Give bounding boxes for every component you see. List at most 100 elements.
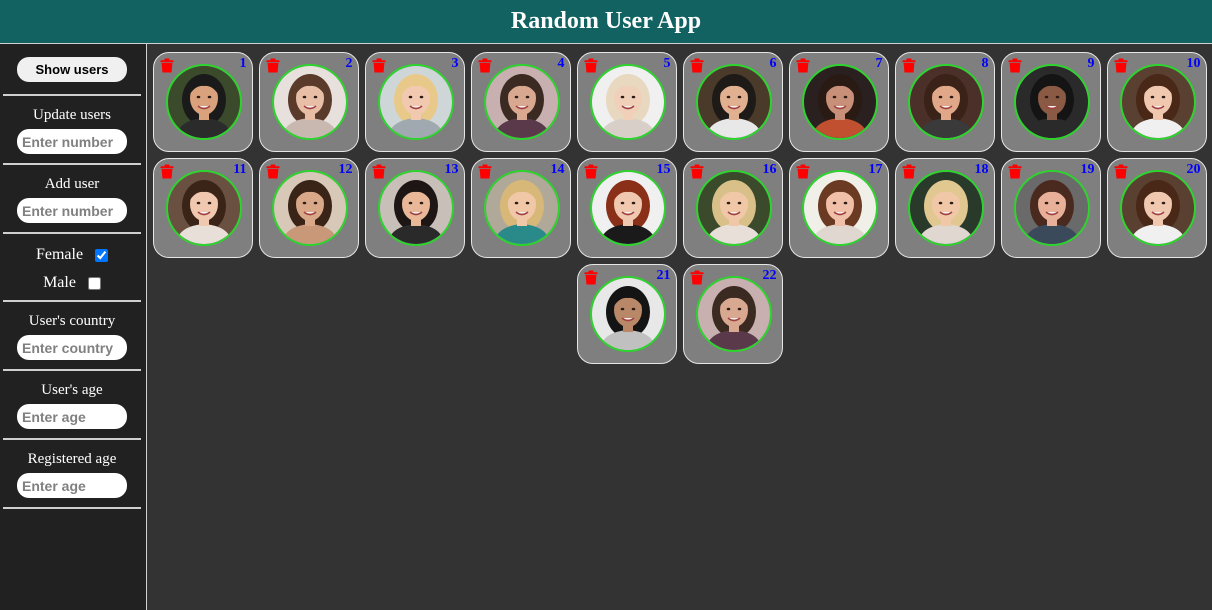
trash-icon[interactable]	[266, 164, 280, 179]
user-number: 5	[663, 56, 671, 71]
trash-icon[interactable]	[160, 164, 174, 179]
user-number: 8	[981, 56, 989, 71]
update-users-section: Update users	[3, 96, 141, 165]
registered-age-input[interactable]	[17, 473, 127, 498]
age-section: User's age	[3, 371, 141, 440]
age-label: User's age	[41, 382, 103, 398]
user-avatar	[1119, 170, 1196, 246]
trash-icon[interactable]	[690, 164, 704, 179]
trash-icon[interactable]	[266, 58, 280, 73]
user-card[interactable]: 8	[894, 52, 995, 152]
app-header: Random User App	[0, 0, 1212, 44]
trash-icon[interactable]	[584, 58, 598, 73]
trash-icon[interactable]	[690, 58, 704, 73]
user-card[interactable]: 19	[1000, 158, 1101, 258]
trash-icon[interactable]	[796, 164, 810, 179]
user-card[interactable]: 10	[1106, 52, 1207, 152]
country-input[interactable]	[17, 335, 127, 360]
trash-icon[interactable]	[1008, 58, 1022, 73]
user-number: 6	[769, 56, 777, 71]
user-number: 13	[444, 162, 459, 177]
trash-icon[interactable]	[372, 58, 386, 73]
age-input[interactable]	[17, 404, 127, 429]
user-card[interactable]: 18	[894, 158, 995, 258]
trash-icon[interactable]	[796, 58, 810, 73]
user-card[interactable]: 16	[682, 158, 783, 258]
user-grid: 1 2 3 4 5 6 7 8 9 10 11 12 13 14 15 16 17 18 19 20 21 22	[147, 44, 1212, 364]
user-number: 12	[338, 162, 353, 177]
user-avatar	[1013, 170, 1090, 246]
trash-icon[interactable]	[478, 58, 492, 73]
user-number: 21	[656, 268, 671, 283]
user-card[interactable]: 1	[152, 52, 253, 152]
country-label: User's country	[28, 313, 116, 329]
app-title: Random User App	[510, 8, 702, 34]
user-card[interactable]: 3	[364, 52, 465, 152]
user-number: 2	[345, 56, 353, 71]
update-users-label: Update users	[33, 107, 111, 123]
user-avatar	[589, 276, 666, 352]
user-card[interactable]: 14	[470, 158, 571, 258]
user-avatar	[589, 64, 666, 140]
user-avatar	[907, 64, 984, 140]
user-number: 7	[875, 56, 883, 71]
user-number: 10	[1186, 56, 1201, 71]
user-avatar	[1119, 64, 1196, 140]
trash-icon[interactable]	[902, 164, 916, 179]
user-card[interactable]: 15	[576, 158, 677, 258]
user-number: 22	[762, 268, 777, 283]
user-card[interactable]: 5	[576, 52, 677, 152]
show-users-section: Show users	[3, 44, 141, 96]
add-user-label: Add user	[44, 176, 100, 192]
trash-icon[interactable]	[584, 270, 598, 285]
user-avatar	[377, 64, 454, 140]
user-avatar	[483, 170, 560, 246]
country-section: User's country	[3, 302, 141, 371]
trash-icon[interactable]	[1114, 58, 1128, 73]
user-number: 15	[656, 162, 671, 177]
male-checkbox[interactable]	[87, 276, 101, 290]
update-users-input[interactable]	[17, 129, 127, 154]
add-user-input[interactable]	[17, 198, 127, 223]
user-card[interactable]: 20	[1106, 158, 1207, 258]
registered-age-section: Registered age	[3, 440, 141, 509]
user-card[interactable]: 17	[788, 158, 889, 258]
user-avatar	[801, 170, 878, 246]
trash-icon[interactable]	[160, 58, 174, 73]
trash-icon[interactable]	[584, 164, 598, 179]
user-card[interactable]: 12	[258, 158, 359, 258]
user-card[interactable]: 21	[576, 264, 677, 364]
registered-age-label: Registered age	[27, 451, 117, 467]
user-number: 16	[762, 162, 777, 177]
user-card[interactable]: 11	[152, 158, 253, 258]
user-avatar	[1013, 64, 1090, 140]
add-user-section: Add user	[3, 165, 141, 234]
user-card[interactable]: 4	[470, 52, 571, 152]
trash-icon[interactable]	[690, 270, 704, 285]
user-number: 9	[1087, 56, 1095, 71]
female-row: Female	[36, 244, 109, 266]
user-card[interactable]: 9	[1000, 52, 1101, 152]
trash-icon[interactable]	[902, 58, 916, 73]
user-avatar	[695, 170, 772, 246]
user-card[interactable]: 6	[682, 52, 783, 152]
user-number: 18	[974, 162, 989, 177]
user-avatar	[589, 170, 666, 246]
user-avatar	[165, 64, 242, 140]
user-avatar	[165, 170, 242, 246]
user-card[interactable]: 2	[258, 52, 359, 152]
user-card[interactable]: 22	[682, 264, 783, 364]
user-card[interactable]: 7	[788, 52, 889, 152]
trash-icon[interactable]	[1114, 164, 1128, 179]
user-number: 14	[550, 162, 565, 177]
user-avatar	[271, 64, 348, 140]
female-checkbox[interactable]	[95, 248, 109, 262]
trash-icon[interactable]	[372, 164, 386, 179]
main-content: 1 2 3 4 5 6 7 8 9 10 11 12 13 14 15 16 17 18 19 20 21 22	[147, 44, 1212, 610]
show-users-button[interactable]: Show users	[17, 56, 127, 82]
trash-icon[interactable]	[1008, 164, 1022, 179]
user-card[interactable]: 13	[364, 158, 465, 258]
user-avatar	[695, 276, 772, 352]
user-number: 3	[451, 56, 459, 71]
trash-icon[interactable]	[478, 164, 492, 179]
